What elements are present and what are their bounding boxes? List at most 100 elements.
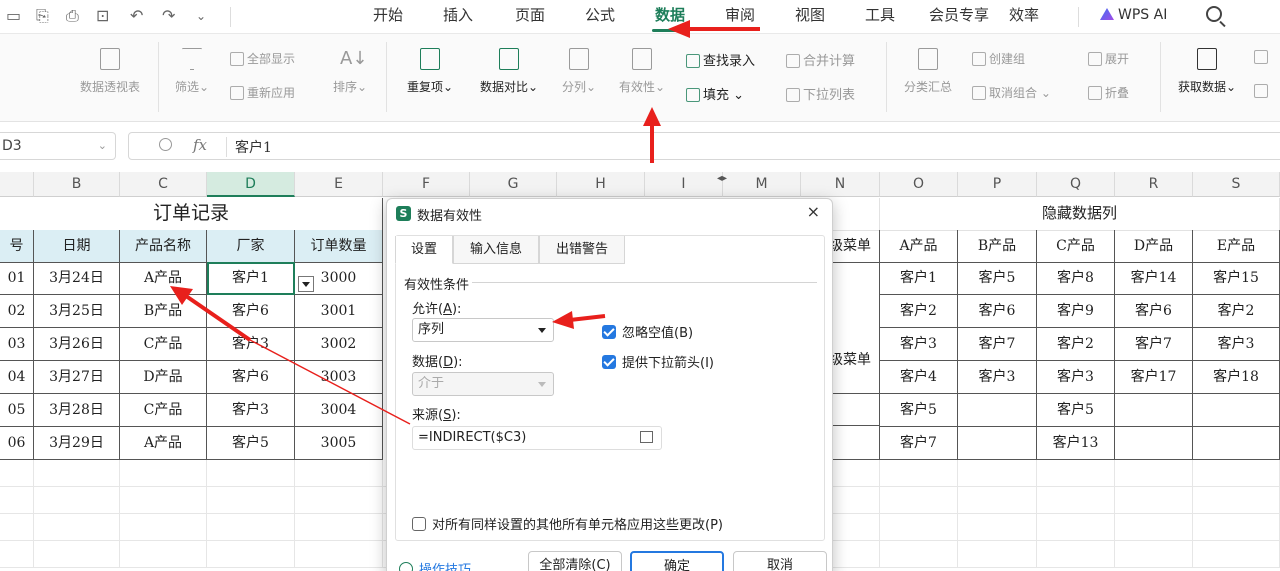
table-cell[interactable]: 3003 [295,361,383,394]
collapse-button[interactable]: 折叠 [1088,84,1129,101]
table-cell[interactable]: 3月28日 [34,394,120,427]
empty-cell[interactable] [1193,460,1280,487]
empty-cell[interactable] [120,460,207,487]
table-cell[interactable]: 客户5 [207,427,295,460]
column-header-c[interactable]: C [120,172,207,197]
filter-button[interactable]: 筛选⌄ [170,48,214,95]
empty-cell[interactable] [1115,487,1193,514]
table-cell[interactable]: 3月25日 [34,295,120,328]
empty-cell[interactable] [207,460,295,487]
print-icon[interactable]: ⎙ [66,6,79,26]
empty-cell[interactable] [880,541,958,568]
ungroup-button[interactable]: 取消组合 ⌄ [972,84,1051,101]
hidden-table-cell[interactable]: 客户17 [1115,361,1193,394]
empty-cell[interactable] [0,541,34,568]
dropdown-list-button[interactable]: 下拉列表 [786,84,855,103]
column-header-q[interactable]: Q [1037,172,1115,197]
hidden-table-cell[interactable] [958,394,1037,427]
empty-cell[interactable] [295,487,383,514]
table-cell[interactable]: 3月24日 [34,262,120,295]
table-cell[interactable]: 03 [0,328,34,361]
column-header-b[interactable]: B [34,172,120,197]
formula-input[interactable]: fx 客户1 [128,132,1280,160]
zoom-icon[interactable] [159,138,172,151]
ignore-blank-checkbox[interactable]: 忽略空值(B) [602,322,693,341]
hidden-header-c[interactable]: C产品 [1037,230,1115,263]
hidden-table-cell[interactable]: 客户7 [1115,328,1193,361]
table-cell[interactable]: 05 [0,394,34,427]
empty-cell[interactable] [295,460,383,487]
cell-dropdown-arrow-icon[interactable] [298,276,314,292]
hidden-table-cell[interactable]: 客户3 [880,328,958,361]
hidden-table-cell[interactable] [1193,427,1280,460]
hidden-table-cell[interactable]: 客户2 [1037,328,1115,361]
show-dropdown-checkbox[interactable]: 提供下拉箭头(I) [602,352,714,371]
tips-link[interactable]: 操作技巧 [399,559,471,571]
table-cell[interactable]: 客户3 [207,394,295,427]
allow-select[interactable]: 序列 [412,318,554,342]
header-product[interactable]: 产品名称 [120,230,207,263]
ok-button[interactable]: 确定 [630,551,724,571]
empty-cell[interactable] [34,487,120,514]
empty-cell[interactable] [880,514,958,541]
hidden-table-cell[interactable]: 客户1 [880,262,958,295]
pivot-table-button[interactable]: 数据透视表 [70,48,150,95]
empty-cell[interactable] [880,460,958,487]
header-date[interactable]: 日期 [34,230,120,263]
hidden-table-cell[interactable]: 客户3 [1193,328,1280,361]
hidden-table-cell[interactable]: 客户14 [1115,262,1193,295]
table-cell[interactable]: D产品 [120,361,207,394]
empty-cell[interactable] [1193,487,1280,514]
empty-cell[interactable] [120,487,207,514]
table-cell[interactable]: A产品 [120,427,207,460]
table-cell[interactable]: C产品 [120,328,207,361]
order-title[interactable]: 订单记录 [0,198,383,231]
empty-cell[interactable] [34,460,120,487]
hidden-table-cell[interactable]: 客户7 [880,427,958,460]
table-cell[interactable]: 01 [0,262,34,295]
hidden-table-cell[interactable]: 客户18 [1193,361,1280,394]
chevron-down-icon[interactable]: ⌄ [196,9,206,23]
tab-review[interactable]: 审阅 [718,0,762,34]
chevron-down-icon[interactable]: ⌄ [98,133,107,159]
column-header-n[interactable]: N [801,172,880,197]
table-cell[interactable]: 3月27日 [34,361,120,394]
tab-error-alert[interactable]: 出错警告 [539,236,625,264]
save-icon[interactable]: ▭ [6,6,21,25]
hidden-table-cell[interactable]: 客户4 [880,361,958,394]
hidden-table-cell[interactable]: 客户8 [1037,262,1115,295]
empty-cell[interactable] [958,487,1037,514]
split-column-button[interactable]: 分列⌄ [556,48,602,95]
tab-efficiency[interactable]: 效率 [1002,0,1046,34]
hidden-table-cell[interactable]: 客户2 [880,295,958,328]
hidden-data-title[interactable]: 隐藏数据列 [880,198,1280,231]
column-header-r[interactable]: R [1115,172,1193,197]
hidden-table-cell[interactable]: 客户7 [958,328,1037,361]
table-cell[interactable]: 客户3 [207,328,295,361]
print-preview-icon[interactable]: ⊡ [96,6,109,25]
hidden-table-cell[interactable]: 客户5 [958,262,1037,295]
empty-cell[interactable] [1193,541,1280,568]
empty-cell[interactable] [1037,460,1115,487]
column-header-h[interactable]: H [557,172,645,197]
empty-cell[interactable] [1193,514,1280,541]
name-box[interactable]: D3 ⌄ [0,132,116,160]
empty-cell[interactable] [120,541,207,568]
column-header-g[interactable]: G [470,172,557,197]
empty-cell[interactable] [958,460,1037,487]
data-select[interactable]: 介于 [412,372,554,396]
tab-formula[interactable]: 公式 [578,0,622,34]
hidden-table-cell[interactable]: 客户5 [880,394,958,427]
search-icon[interactable] [1206,6,1222,22]
empty-cell[interactable] [295,514,383,541]
column-header-d[interactable]: D [207,172,295,197]
table-cell[interactable]: 3002 [295,328,383,361]
hidden-header-a[interactable]: A产品 [880,230,958,263]
more-tools-icon[interactable] [1254,50,1271,64]
empty-cell[interactable] [958,541,1037,568]
table-cell[interactable]: 06 [0,427,34,460]
table-cell[interactable]: 3月29日 [34,427,120,460]
hidden-table-cell[interactable]: 客户6 [1115,295,1193,328]
header-no[interactable]: 号 [0,230,34,263]
table-cell[interactable]: 3001 [295,295,383,328]
